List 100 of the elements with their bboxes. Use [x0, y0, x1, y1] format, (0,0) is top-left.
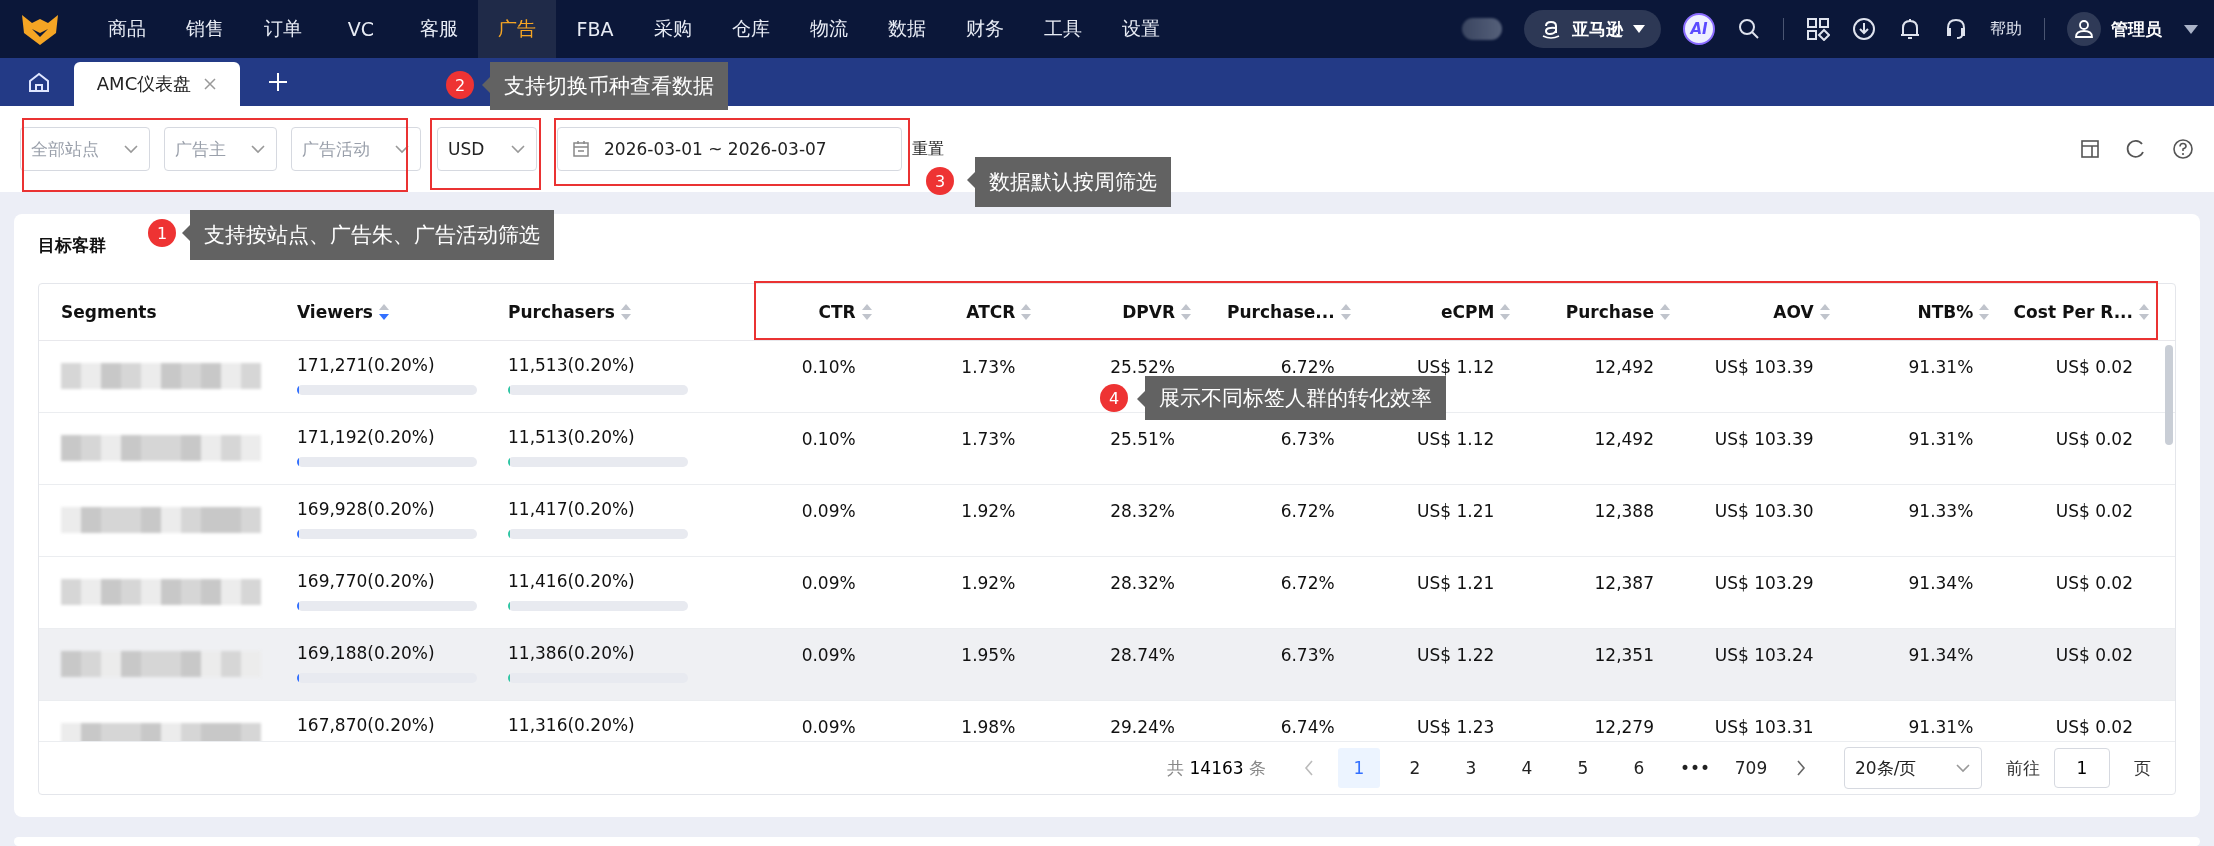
table-cell: US$ 0.02: [2055, 717, 2133, 737]
scrollbar-thumb[interactable]: [2165, 345, 2173, 445]
nav-menu-item[interactable]: 工具: [1024, 0, 1102, 58]
page-button[interactable]: 4: [1506, 748, 1548, 788]
table-cell: 12,388: [1594, 501, 1654, 521]
nav-menu-item[interactable]: 设置: [1102, 0, 1180, 58]
table-cell: US$ 1.12: [1417, 429, 1495, 449]
page-button[interactable]: 2: [1394, 748, 1436, 788]
page-button[interactable]: 3: [1450, 748, 1492, 788]
table-cell: US$ 1.21: [1417, 501, 1495, 521]
currency-select[interactable]: USD: [437, 127, 537, 171]
home-icon[interactable]: [28, 71, 50, 93]
table-cell: 91.31%: [1908, 357, 1974, 377]
table-cell: US$ 0.02: [2055, 645, 2133, 665]
table-cell: 11,513(0.20%): [508, 427, 635, 447]
table-cell: 1.95%: [961, 645, 1016, 665]
page-button[interactable]: •••: [1674, 748, 1716, 788]
apps-grid-icon[interactable]: [1806, 17, 1830, 41]
table-cell: 1.92%: [961, 573, 1016, 593]
section-title: 目标客群: [38, 234, 106, 257]
caret-icon: [1633, 25, 1645, 33]
amazon-icon: [1540, 18, 1562, 40]
nav-menu-item[interactable]: 财务: [946, 0, 1024, 58]
table-cell: 169,770(0.20%): [297, 571, 435, 591]
nav-menu-item[interactable]: 订单: [244, 0, 322, 58]
nav-menu-item[interactable]: FBA: [556, 0, 634, 58]
table-cell: 6.72%: [1280, 501, 1335, 521]
page-number-field[interactable]: 1: [2054, 748, 2110, 788]
page-button[interactable]: 5: [1562, 748, 1604, 788]
nav-menu-item[interactable]: 物流: [790, 0, 868, 58]
table-cell: US$ 1.21: [1417, 573, 1495, 593]
table-cell: 0.09%: [801, 573, 856, 593]
chevron-down-icon: [250, 144, 266, 154]
sort-icon[interactable]: [378, 303, 389, 321]
annotation-tooltip: 支持按站点、广告朱、广告活动筛选: [182, 210, 554, 260]
chevron-down-icon: [394, 144, 410, 154]
user-name[interactable]: 管理员: [2111, 17, 2162, 41]
nav-menu-item[interactable]: 商品: [88, 0, 166, 58]
column-header[interactable]: Purchase...: [1227, 302, 1335, 322]
chevron-down-icon: [1955, 763, 1971, 773]
nav-menu-item[interactable]: 采购: [634, 0, 712, 58]
headset-icon[interactable]: [1944, 17, 1968, 41]
page-button[interactable]: 1: [1338, 748, 1380, 788]
table-cell: 1.73%: [961, 429, 1016, 449]
column-header[interactable]: AOV: [1773, 302, 1814, 322]
help-link[interactable]: 帮助: [1990, 18, 2022, 40]
nav-menu-item[interactable]: 数据: [868, 0, 946, 58]
page-size-select[interactable]: 20条/页: [1844, 747, 1982, 789]
avatar-icon[interactable]: [2067, 12, 2101, 46]
table-cell: 171,192(0.20%): [297, 427, 435, 447]
nav-menu-item[interactable]: 广告: [478, 0, 556, 58]
page-button[interactable]: 6: [1618, 748, 1660, 788]
table-cell: US$ 1.23: [1417, 717, 1495, 737]
table-cell: US$ 103.39: [1714, 357, 1814, 377]
caret-icon[interactable]: [2184, 24, 2198, 34]
nav-menu-item[interactable]: 客服: [400, 0, 478, 58]
bell-icon[interactable]: [1898, 17, 1922, 41]
table-cell: 91.34%: [1908, 645, 1974, 665]
table-cell: 11,417(0.20%): [508, 499, 635, 519]
platform-select[interactable]: 亚马逊: [1524, 10, 1661, 48]
table-cell: US$ 0.02: [2055, 573, 2133, 593]
table-cell: US$ 103.30: [1714, 501, 1814, 521]
column-header[interactable]: Purchase: [1565, 302, 1654, 322]
table-cell: US$ 103.39: [1714, 429, 1814, 449]
column-header[interactable]: ATCR: [966, 302, 1016, 322]
column-header[interactable]: eCPM: [1440, 302, 1495, 322]
nav-menu-item[interactable]: 仓库: [712, 0, 790, 58]
refresh-icon[interactable]: [2126, 139, 2146, 159]
column-header[interactable]: NTB%: [1917, 302, 1974, 322]
help-icon[interactable]: [2172, 138, 2194, 160]
column-header[interactable]: DPVR: [1122, 302, 1175, 322]
reset-link[interactable]: 重置: [912, 138, 944, 160]
total-count: 共 14163 条: [1167, 756, 1266, 780]
column-header[interactable]: Purchasers: [508, 302, 615, 322]
column-header[interactable]: Cost Per R...: [2013, 302, 2133, 322]
ai-button[interactable]: AI: [1683, 13, 1715, 45]
close-icon[interactable]: [203, 77, 218, 91]
annotation-tooltip: 支持切换币种查看数据: [482, 62, 728, 110]
page-button[interactable]: 709: [1730, 748, 1772, 788]
table-cell: 11,513(0.20%): [508, 355, 635, 375]
date-range-field[interactable]: 2026-03-01 ~ 2026-03-07: [557, 127, 902, 171]
column-header[interactable]: Viewers: [297, 302, 373, 322]
download-icon[interactable]: [1852, 17, 1876, 41]
table-cell: 25.52%: [1110, 357, 1175, 377]
layout-icon[interactable]: [2080, 139, 2100, 159]
table-cell: 6.74%: [1280, 717, 1335, 737]
table-cell: 12,279: [1594, 717, 1654, 737]
page-tab[interactable]: AMC仪表盘: [74, 62, 240, 106]
add-tab-icon[interactable]: [268, 72, 288, 92]
table-cell: 0.09%: [801, 645, 856, 665]
table-cell: 0.10%: [801, 357, 856, 377]
column-header: Segments: [61, 302, 157, 322]
table-cell: 28.32%: [1110, 573, 1175, 593]
table-cell: 28.32%: [1110, 501, 1175, 521]
chevron-right-icon[interactable]: [1796, 760, 1806, 776]
nav-menu-item[interactable]: 销售: [166, 0, 244, 58]
table-cell: 11,416(0.20%): [508, 571, 635, 591]
column-header[interactable]: CTR: [818, 302, 856, 322]
search-icon[interactable]: [1737, 17, 1761, 41]
nav-menu-item[interactable]: VC: [322, 0, 400, 58]
